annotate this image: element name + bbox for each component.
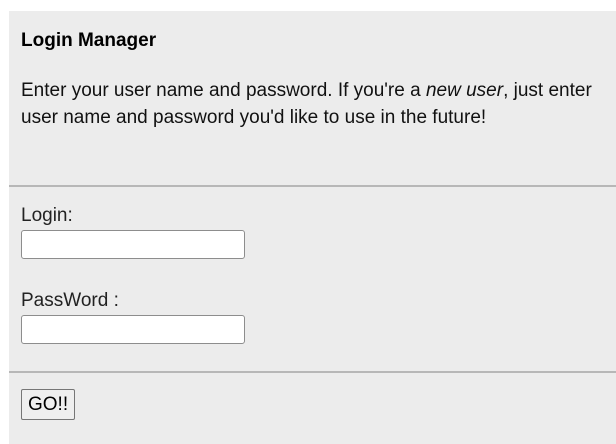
login-input[interactable] <box>21 230 245 259</box>
login-label: Login: <box>21 205 73 226</box>
bottom-divider <box>9 371 616 373</box>
top-divider <box>9 185 616 187</box>
password-input[interactable] <box>21 315 245 344</box>
go-button[interactable]: GO!! <box>21 389 76 420</box>
intro-text-start: Enter your user name and password. If yo… <box>21 80 426 101</box>
panel-title: Login Manager <box>21 30 157 51</box>
login-panel: Login Manager Enter your user name and p… <box>9 11 616 444</box>
intro-text-emphasis: new user <box>425 80 504 101</box>
password-label: PassWord : <box>21 290 119 311</box>
intro-text: Enter your user name and password. If yo… <box>21 77 611 131</box>
